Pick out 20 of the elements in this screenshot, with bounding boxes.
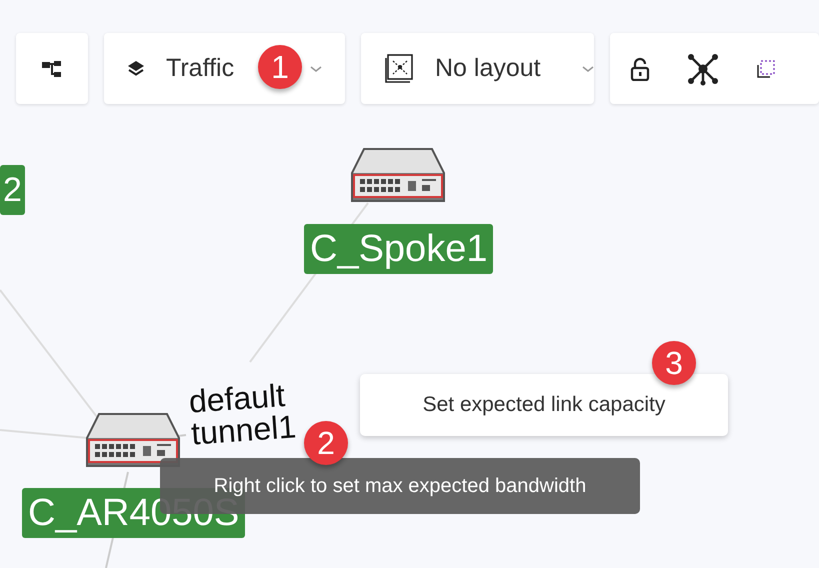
chevron-down-icon	[309, 64, 323, 74]
node-label[interactable]: 2	[0, 165, 25, 215]
node-label[interactable]: C_Spoke1	[304, 224, 494, 274]
menu-item[interactable]: Set expected link capacity	[422, 393, 666, 417]
callout-badge: 3	[652, 341, 696, 385]
selection-icon[interactable]	[756, 58, 776, 78]
layers-icon	[126, 58, 146, 78]
callout-badge: 2	[304, 421, 348, 465]
hierarchy-button[interactable]	[16, 33, 88, 104]
lock-icon[interactable]	[630, 56, 650, 80]
dropdown-label: No layout	[435, 54, 541, 83]
dropdown-label: Traffic	[166, 54, 234, 83]
router-icon	[350, 145, 446, 205]
network-icon[interactable]	[686, 52, 720, 86]
tooltip: Right click to set max expected bandwidth	[160, 458, 640, 514]
hierarchy-icon	[41, 58, 63, 78]
router-icon	[85, 410, 181, 470]
dropdown[interactable]: No layout	[361, 33, 594, 104]
chevron-down-icon	[580, 64, 595, 74]
layout-icon	[383, 52, 415, 84]
